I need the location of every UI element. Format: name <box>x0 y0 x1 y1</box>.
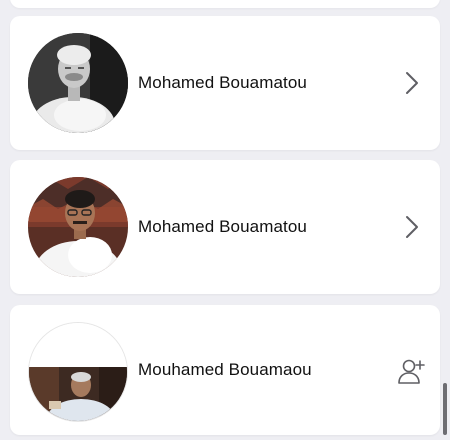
chevron-right-icon[interactable] <box>400 70 424 96</box>
add-friend-icon[interactable] <box>396 357 426 385</box>
result-name: Mohamed Bouamatou <box>138 73 307 92</box>
avatar[interactable] <box>28 177 128 277</box>
search-result-card[interactable]: Mohamed Bouamatou <box>10 16 440 150</box>
chevron-right-icon[interactable] <box>400 214 424 240</box>
search-result-card[interactable]: Mouhamed Bouamaou <box>10 305 440 435</box>
scrollbar[interactable] <box>443 383 447 435</box>
avatar-photo <box>28 177 128 277</box>
avatar-photo <box>29 323 127 421</box>
avatar[interactable] <box>28 322 128 422</box>
result-name: Mohamed Bouamatou <box>138 217 307 236</box>
avatar[interactable] <box>28 33 128 133</box>
result-name: Mouhamed Bouamaou <box>138 360 312 379</box>
previous-result-card[interactable] <box>10 0 440 8</box>
avatar-photo <box>28 33 128 133</box>
search-result-card[interactable]: Mohamed Bouamatou <box>10 160 440 294</box>
